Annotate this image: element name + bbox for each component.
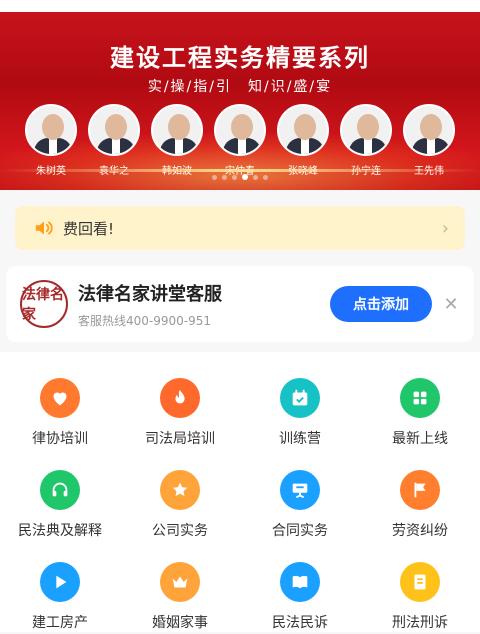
hero-banner[interactable]: 建设工程实务精要系列 实/操/指/引 知/识/盛/宴 朱树英 袁华之 韩如波 宋… [0, 12, 480, 190]
category-item[interactable]: 公司实务 [120, 470, 240, 540]
carousel-dot[interactable] [232, 174, 237, 180]
carousel-dot[interactable] [212, 174, 217, 180]
category-item[interactable]: 婚姻家事 [120, 562, 240, 632]
category-label: 合同实务 [272, 523, 328, 539]
service-title: 法律名家讲堂客服 [78, 283, 222, 305]
presentation-icon [280, 470, 320, 510]
heart-icon [40, 378, 80, 418]
speaker: 张晓峰 [276, 104, 330, 177]
category-label: 民法民诉 [272, 615, 328, 631]
category-item[interactable]: 训练营 [240, 378, 360, 448]
speaker: 袁华之 [87, 104, 141, 177]
service-info: 法律名家讲堂客服 客服热线400-9900-951 [78, 280, 330, 329]
category-item[interactable]: 律协培训 [0, 378, 120, 448]
category-item[interactable]: 民法典及解释 [0, 470, 120, 540]
category-item[interactable]: 合同实务 [240, 470, 360, 540]
play-icon [40, 562, 80, 602]
star-icon [160, 470, 200, 510]
carousel-dot[interactable] [222, 174, 227, 180]
carousel-dot-active[interactable] [242, 174, 248, 180]
grid-icon [400, 378, 440, 418]
flag-icon [400, 470, 440, 510]
category-item[interactable]: 建工房产 [0, 562, 120, 632]
carousel-dot[interactable] [263, 174, 268, 180]
category-grid: 律协培训 司法局培训 训练营 最新上线 民法典及解释 公司实务 合同实务 劳资纠… [0, 352, 480, 632]
avatar [403, 104, 455, 156]
avatar [151, 104, 203, 156]
category-label: 刑法刑诉 [392, 615, 448, 631]
customer-service-card: 法律名家 法律名家讲堂客服 客服热线400-9900-951 点击添加 ✕ [6, 266, 474, 342]
speaker: 王先伟 [402, 104, 456, 177]
close-icon[interactable]: ✕ [442, 294, 460, 315]
category-label: 最新上线 [392, 431, 448, 447]
crown-icon [160, 562, 200, 602]
speaker: 朱树英 [24, 104, 78, 177]
brand-logo: 法律名家 [20, 280, 68, 328]
avatar [88, 104, 140, 156]
category-item[interactable]: 民法民诉 [240, 562, 360, 632]
flame-icon [160, 378, 200, 418]
category-label: 律协培训 [32, 431, 88, 447]
avatar [214, 104, 266, 156]
notice-text: 费回看! [63, 219, 115, 238]
carousel-dot[interactable] [253, 174, 258, 180]
speaker: 韩如波 [150, 104, 204, 177]
avatar [25, 104, 77, 156]
avatar [340, 104, 392, 156]
calendar-icon [280, 378, 320, 418]
headphones-icon [40, 470, 80, 510]
category-label: 婚姻家事 [152, 615, 208, 631]
speaker: 宋仲春 [213, 104, 267, 177]
category-label: 民法典及解释 [18, 523, 102, 539]
logo-text: 法律名家 [22, 287, 64, 323]
notice-bar[interactable]: 费回看! › [15, 206, 465, 250]
speaker-icon [35, 221, 53, 235]
status-bar [0, 0, 480, 12]
speaker-list: 朱树英 袁华之 韩如波 宋仲春 张晓峰 孙宁连 王先伟 [24, 104, 456, 177]
banner-subtitle: 实/操/指/引 知/识/盛/宴 [147, 79, 333, 95]
chevron-right-icon: › [441, 217, 449, 239]
category-item[interactable]: 刑法刑诉 [360, 562, 480, 632]
category-item[interactable]: 最新上线 [360, 378, 480, 448]
category-label: 公司实务 [152, 523, 208, 539]
category-item[interactable]: 劳资纠纷 [360, 470, 480, 540]
book-icon [280, 562, 320, 602]
speaker: 孙宁连 [339, 104, 393, 177]
category-label: 司法局培训 [145, 431, 215, 447]
add-contact-button[interactable]: 点击添加 [330, 286, 432, 322]
service-phone: 客服热线400-9900-951 [78, 313, 212, 328]
banner-title: 建设工程实务精要系列 [110, 44, 370, 72]
notebook-icon [400, 562, 440, 602]
category-label: 训练营 [279, 431, 321, 447]
category-item[interactable]: 司法局培训 [120, 378, 240, 448]
avatar [277, 104, 329, 156]
category-label: 劳资纠纷 [392, 523, 448, 539]
category-label: 建工房产 [32, 615, 88, 631]
carousel-dots [0, 174, 480, 180]
